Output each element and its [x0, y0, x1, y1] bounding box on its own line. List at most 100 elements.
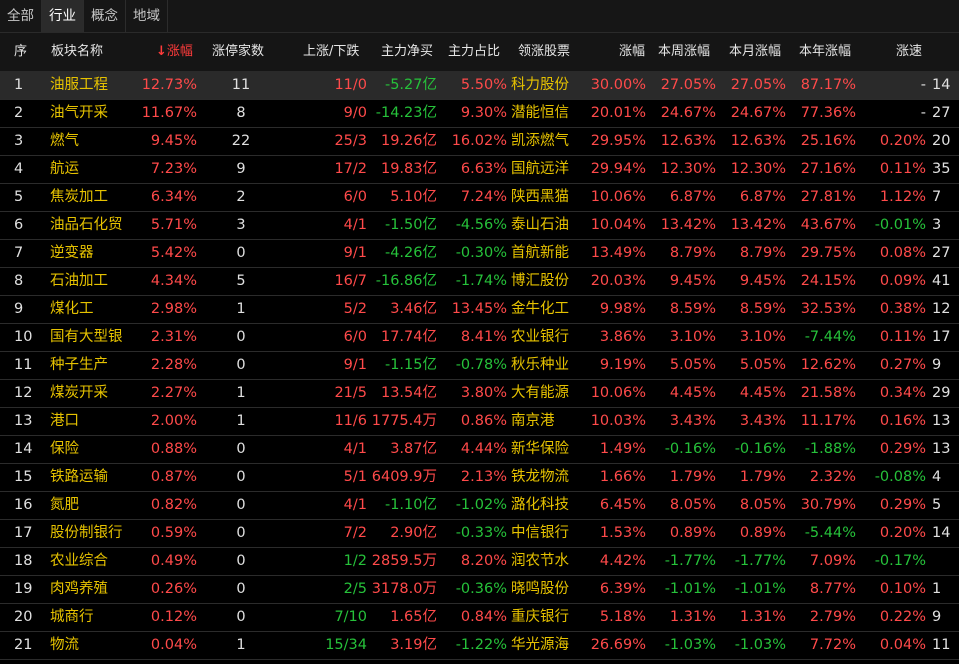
header-week[interactable]: 本周涨幅: [658, 33, 710, 71]
table-row[interactable]: 18 农业综合 0.49% 0 1/2 2859.5万 8.20% 润农节水 4.42% -1.7…: [0, 548, 959, 576]
cell-name: 股份制银行: [50, 525, 123, 541]
cell-year: 32.53%: [800, 301, 856, 317]
cell-ratio: 5.50%: [460, 77, 507, 93]
cell-up-down: 5/2: [343, 301, 367, 317]
table-row[interactable]: 1 油服工程 12.73% 11 11/0 -5.27亿 5.50% 科力股份 30.00% 27…: [0, 72, 959, 100]
cell-limit-up: 1: [236, 301, 246, 317]
header-seq[interactable]: 序: [14, 33, 27, 71]
table-row[interactable]: 8 石油加工 4.34% 5 16/7 -16.86亿 -1.74% 博汇股份 20.03% 9.…: [0, 268, 959, 296]
cell-week: 1.79%: [669, 469, 716, 485]
cell-net: 6409.9万: [371, 469, 437, 485]
cell-up-down: 2/5: [343, 581, 367, 597]
table-row[interactable]: 2 油气开采 11.67% 8 9/0 -14.23亿 9.30% 潜能恒信 20.01% 24.…: [0, 100, 959, 128]
header-main-ratio[interactable]: 主力占比: [448, 33, 500, 71]
cell-seq: 6: [14, 217, 24, 233]
cell-month: 8.05%: [739, 497, 786, 513]
cell-ratio: -1.02%: [455, 497, 507, 513]
header-speed[interactable]: 涨速: [896, 33, 922, 71]
table-row[interactable]: 20 城商行 0.12% 0 7/10 1.65亿 0.84% 重庆银行 5.18% 1.31% 1…: [0, 604, 959, 632]
table-row[interactable]: 19 肉鸡养殖 0.26% 0 2/5 3178.0万 -0.36% 晓鸣股份 6.39% -1.…: [0, 576, 959, 604]
table-row[interactable]: 6 油品石化贸 5.71% 3 4/1 -1.50亿 -4.56% 泰山石油 10.04% 13.…: [0, 212, 959, 240]
table-row[interactable]: 10 国有大型银 2.31% 0 6/0 17.74亿 8.41% 农业银行 3.86% 3.10…: [0, 324, 959, 352]
cell-leader-change: 20.01%: [590, 105, 646, 121]
table-row[interactable]: 4 航运 7.23% 9 17/2 19.83亿 6.63% 国航远洋 29.94% 12.30%…: [0, 156, 959, 184]
table-row[interactable]: 14 保险 0.88% 0 4/1 3.87亿 4.44% 新华保险 1.49% -0.16% -0…: [0, 436, 959, 464]
tab-1[interactable]: 行业: [42, 0, 84, 32]
cell-week: -1.03%: [664, 637, 716, 653]
cell-year: 24.15%: [800, 273, 856, 289]
cell-name: 氮肥: [50, 497, 79, 513]
header-change[interactable]: ↓涨幅: [156, 33, 193, 71]
cell-month: -1.03%: [734, 637, 786, 653]
cell-month: 12.63%: [730, 133, 786, 149]
cell-limit-up: 0: [236, 609, 246, 625]
table-header: 序 板块名称 ↓涨幅 涨停家数 上涨/下跌 主力净买 主力占比 领涨股票 涨幅 …: [0, 33, 959, 72]
cell-ratio: 0.84%: [460, 609, 507, 625]
cell-week: -1.01%: [664, 581, 716, 597]
header-limit-up[interactable]: 涨停家数: [212, 33, 264, 71]
cell-name: 航运: [50, 161, 79, 177]
header-up-down[interactable]: 上涨/下跌: [303, 33, 359, 71]
table-row[interactable]: 7 逆变器 5.42% 0 9/1 -4.26亿 -0.30% 首航新能 13.49% 8.79%…: [0, 240, 959, 268]
tab-0[interactable]: 全部: [0, 0, 42, 32]
cell-week: 12.63%: [660, 133, 716, 149]
table-row[interactable]: 15 铁路运输 0.87% 0 5/1 6409.9万 2.13% 铁龙物流 1.66% 1.79…: [0, 464, 959, 492]
cell-leader: 博汇股份: [511, 273, 569, 289]
cell-net: 13.54亿: [380, 385, 437, 401]
cell-up-down: 7/10: [334, 609, 367, 625]
cell-net: 3178.0万: [371, 581, 437, 597]
cell-change: 0.87%: [150, 469, 197, 485]
cell-leader: 金牛化工: [511, 301, 569, 317]
cell-limit-up: 9: [236, 161, 246, 177]
table-row[interactable]: 16 氮肥 0.82% 0 4/1 -1.10亿 -1.02% 潞化科技 6.45% 8.05% 8…: [0, 492, 959, 520]
table-row[interactable]: 12 煤炭开采 2.27% 1 21/5 13.54亿 3.80% 大有能源 10.06% 4.4…: [0, 380, 959, 408]
cell-month: 1.79%: [739, 469, 786, 485]
table-row[interactable]: 11 种子生产 2.28% 0 9/1 -1.15亿 -0.78% 秋乐种业 9.19% 5.05…: [0, 352, 959, 380]
table-row[interactable]: 9 煤化工 2.98% 1 5/2 3.46亿 13.45% 金牛化工 9.98% 8.59% 8.…: [0, 296, 959, 324]
cell-leader-change: 20.03%: [590, 273, 646, 289]
tab-2[interactable]: 概念: [84, 0, 126, 32]
header-leader-change[interactable]: 涨幅: [619, 33, 645, 71]
cell-extra: 14: [932, 77, 951, 93]
cell-ratio: 0.86%: [460, 413, 507, 429]
cell-name: 铁路运输: [50, 469, 108, 485]
cell-change: 2.27%: [150, 385, 197, 401]
tab-3[interactable]: 地域: [126, 0, 168, 32]
cell-speed: -: [920, 77, 926, 93]
cell-month: -1.01%: [734, 581, 786, 597]
cell-seq: 18: [14, 553, 33, 569]
cell-seq: 21: [14, 637, 33, 653]
cell-leader-change: 6.39%: [599, 581, 646, 597]
cell-leader-change: 5.18%: [599, 609, 646, 625]
table-row[interactable]: 21 物流 0.04% 1 15/34 3.19亿 -1.22% 华光源海 26.69% -1.0…: [0, 632, 959, 660]
header-change-label: 涨幅: [166, 44, 193, 59]
cell-month: 5.05%: [739, 357, 786, 373]
header-year[interactable]: 本年涨幅: [799, 33, 851, 71]
cell-ratio: -0.36%: [455, 581, 507, 597]
cell-ratio: 8.41%: [460, 329, 507, 345]
cell-ratio: -1.22%: [455, 637, 507, 653]
table-row[interactable]: 13 港口 2.00% 1 11/6 1775.4万 0.86% 南京港 10.03% 3.43%…: [0, 408, 959, 436]
table-row[interactable]: 5 焦炭加工 6.34% 2 6/0 5.10亿 7.24% 陕西黑猫 10.06% 6.87% 6…: [0, 184, 959, 212]
table-row[interactable]: 3 燃气 9.45% 22 25/3 19.26亿 16.02% 凯添燃气 29.95% 12.6…: [0, 128, 959, 156]
cell-week: 0.89%: [669, 525, 716, 541]
cell-leader: 秋乐种业: [511, 357, 569, 373]
header-name[interactable]: 板块名称: [51, 33, 103, 71]
cell-seq: 8: [14, 273, 24, 289]
cell-net: -5.27亿: [384, 77, 437, 93]
cell-name: 燃气: [50, 133, 79, 149]
header-net-inflow[interactable]: 主力净买: [381, 33, 433, 71]
cell-ratio: 8.20%: [460, 553, 507, 569]
cell-seq: 14: [14, 441, 33, 457]
cell-month: 1.31%: [739, 609, 786, 625]
cell-up-down: 4/1: [343, 441, 367, 457]
cell-year: 2.32%: [809, 469, 856, 485]
cell-limit-up: 0: [236, 497, 246, 513]
header-month[interactable]: 本月涨幅: [729, 33, 781, 71]
header-leader[interactable]: 领涨股票: [518, 33, 570, 71]
cell-net: 2.90亿: [390, 525, 437, 541]
cell-speed: 1.12%: [879, 189, 926, 205]
cell-extra: 1: [932, 581, 942, 597]
table-row[interactable]: 17 股份制银行 0.59% 0 7/2 2.90亿 -0.33% 中信银行 1.53% 0.89…: [0, 520, 959, 548]
cell-limit-up: 0: [236, 581, 246, 597]
